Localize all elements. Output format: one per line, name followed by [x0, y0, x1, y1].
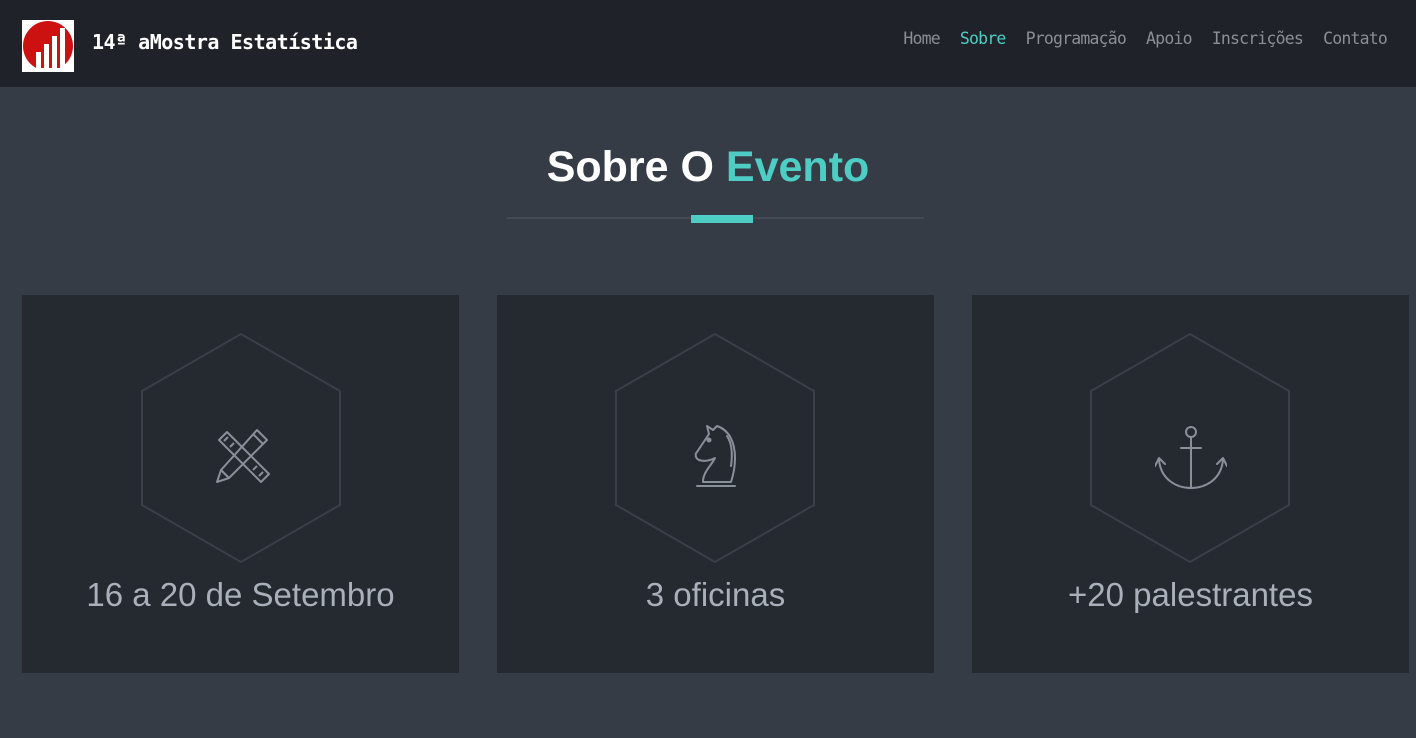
feature-card-dates: 16 a 20 de Setembro: [22, 295, 459, 673]
anchor-icon: [1155, 426, 1227, 489]
navbar: 14ª aMostra Estatística Home Sobre Progr…: [0, 0, 1416, 87]
nav-sobre[interactable]: Sobre: [960, 29, 1006, 48]
feature-card-workshops: 3 oficinas: [497, 295, 934, 673]
bar-chart-logo-icon[interactable]: [22, 20, 74, 72]
nav-programacao[interactable]: Programação: [1026, 29, 1127, 48]
nav-inscricoes[interactable]: Inscrições: [1212, 29, 1304, 48]
brand-title[interactable]: 14ª aMostra Estatística: [92, 30, 358, 54]
section-title-main: Sobre O: [546, 143, 714, 191]
title-accent-bar: [691, 215, 753, 223]
nav-contato[interactable]: Contato: [1323, 29, 1388, 48]
card-label-dates: 16 a 20 de Setembro: [86, 576, 395, 613]
card-label-speakers: +20 palestrantes: [1068, 576, 1313, 613]
card-label-workshops: 3 oficinas: [645, 576, 786, 613]
section-title: Sobre O Evento: [0, 143, 1416, 192]
nav-home[interactable]: Home: [903, 29, 940, 48]
nav-apoio[interactable]: Apoio: [1146, 29, 1192, 48]
chess-knight-icon: [694, 425, 736, 487]
feature-card-speakers: +20 palestrantes: [972, 295, 1409, 673]
main-nav: Home Sobre Programação Apoio Inscrições …: [903, 29, 1387, 48]
section-title-accent: Evento: [725, 143, 870, 191]
pencil-ruler-icon: [216, 429, 270, 483]
